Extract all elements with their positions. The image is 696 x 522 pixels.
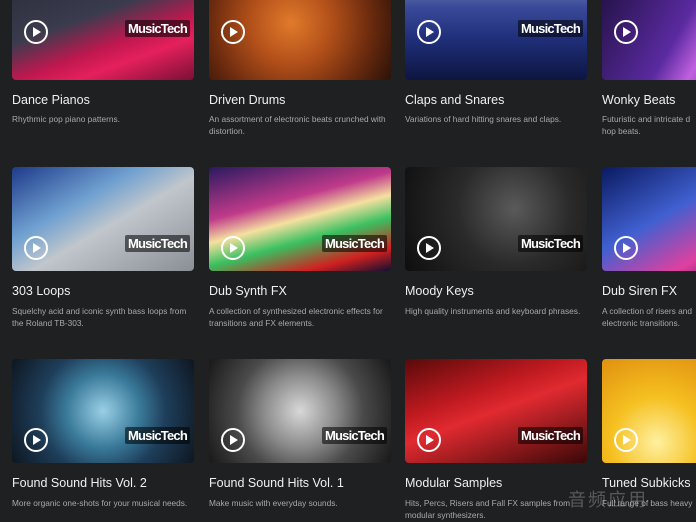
pack-title[interactable]: Found Sound Hits Vol. 1 <box>209 476 344 490</box>
pack-title[interactable]: Found Sound Hits Vol. 2 <box>12 476 147 490</box>
play-icon[interactable] <box>221 428 245 452</box>
play-icon[interactable] <box>221 236 245 260</box>
pack-thumbnail[interactable]: MusicTech <box>405 359 587 463</box>
play-icon[interactable] <box>614 20 638 44</box>
pack-description: More organic one-shots for your musical … <box>12 498 188 508</box>
pack-thumbnail[interactable] <box>209 0 391 80</box>
pack-thumbnail[interactable]: MusicTech <box>12 359 194 463</box>
play-icon[interactable] <box>417 236 441 260</box>
play-icon[interactable] <box>614 428 638 452</box>
pack-description: Variations of hard hitting snares and cl… <box>405 114 562 124</box>
pack-thumbnail[interactable]: MusicTech <box>12 0 194 80</box>
pack-title[interactable]: Dub Siren FX <box>602 284 677 298</box>
pack-card-dub-siren-fx[interactable]: Dub Siren FX A collection of risers and … <box>602 167 696 337</box>
corner-watermark: 音频应用 <box>568 490 648 511</box>
pack-description: Make music with everyday sounds. <box>209 498 338 508</box>
play-icon[interactable] <box>417 428 441 452</box>
pack-description: Rhythmic pop piano patterns. <box>12 114 120 124</box>
pack-title[interactable]: Dub Synth FX <box>209 284 287 298</box>
pack-thumbnail[interactable] <box>602 167 696 271</box>
musictech-logo: MusicTech <box>321 235 387 252</box>
pack-thumbnail[interactable] <box>602 359 696 463</box>
musictech-logo: MusicTech <box>124 235 190 252</box>
play-icon[interactable] <box>614 236 638 260</box>
pack-description: A collection of synthesized electronic e… <box>209 306 383 328</box>
play-icon[interactable] <box>417 20 441 44</box>
pack-description: An assortment of electronic beats crunch… <box>209 114 386 136</box>
pack-description: Hits, Percs, Risers and Fall FX samples … <box>405 498 571 520</box>
play-icon[interactable] <box>24 236 48 260</box>
play-icon[interactable] <box>24 20 48 44</box>
play-icon[interactable] <box>221 20 245 44</box>
musictech-logo: MusicTech <box>321 427 387 444</box>
pack-title[interactable]: 303 Loops <box>12 284 70 298</box>
musictech-logo: MusicTech <box>517 20 583 37</box>
musictech-logo: MusicTech <box>124 427 190 444</box>
sample-pack-grid: MusicTech Dance Pianos Rhythmic pop pian… <box>0 0 696 522</box>
pack-description: A collection of risers and electronic tr… <box>602 306 692 328</box>
pack-thumbnail[interactable]: MusicTech <box>12 167 194 271</box>
pack-title[interactable]: Moody Keys <box>405 284 474 298</box>
pack-title[interactable]: Wonky Beats <box>602 93 675 107</box>
pack-title[interactable]: Driven Drums <box>209 93 285 107</box>
pack-thumbnail[interactable] <box>602 0 696 80</box>
pack-description: Futuristic and intricate d hop beats. <box>602 114 691 136</box>
pack-card-wonky-beats[interactable]: Wonky Beats Futuristic and intricate d h… <box>602 0 696 150</box>
pack-title[interactable]: Claps and Snares <box>405 93 504 107</box>
pack-description: High quality instruments and keyboard ph… <box>405 306 581 316</box>
musictech-logo: MusicTech <box>517 235 583 252</box>
play-icon[interactable] <box>24 428 48 452</box>
pack-description: Squelchy acid and iconic synth bass loop… <box>12 306 187 328</box>
musictech-logo: MusicTech <box>517 427 583 444</box>
pack-thumbnail[interactable]: MusicTech <box>405 0 587 80</box>
pack-thumbnail[interactable]: MusicTech <box>405 167 587 271</box>
pack-title[interactable]: Dance Pianos <box>12 93 90 107</box>
pack-title[interactable]: Modular Samples <box>405 476 502 490</box>
musictech-logo: MusicTech <box>124 20 190 37</box>
pack-thumbnail[interactable]: MusicTech <box>209 167 391 271</box>
pack-thumbnail[interactable]: MusicTech <box>209 359 391 463</box>
